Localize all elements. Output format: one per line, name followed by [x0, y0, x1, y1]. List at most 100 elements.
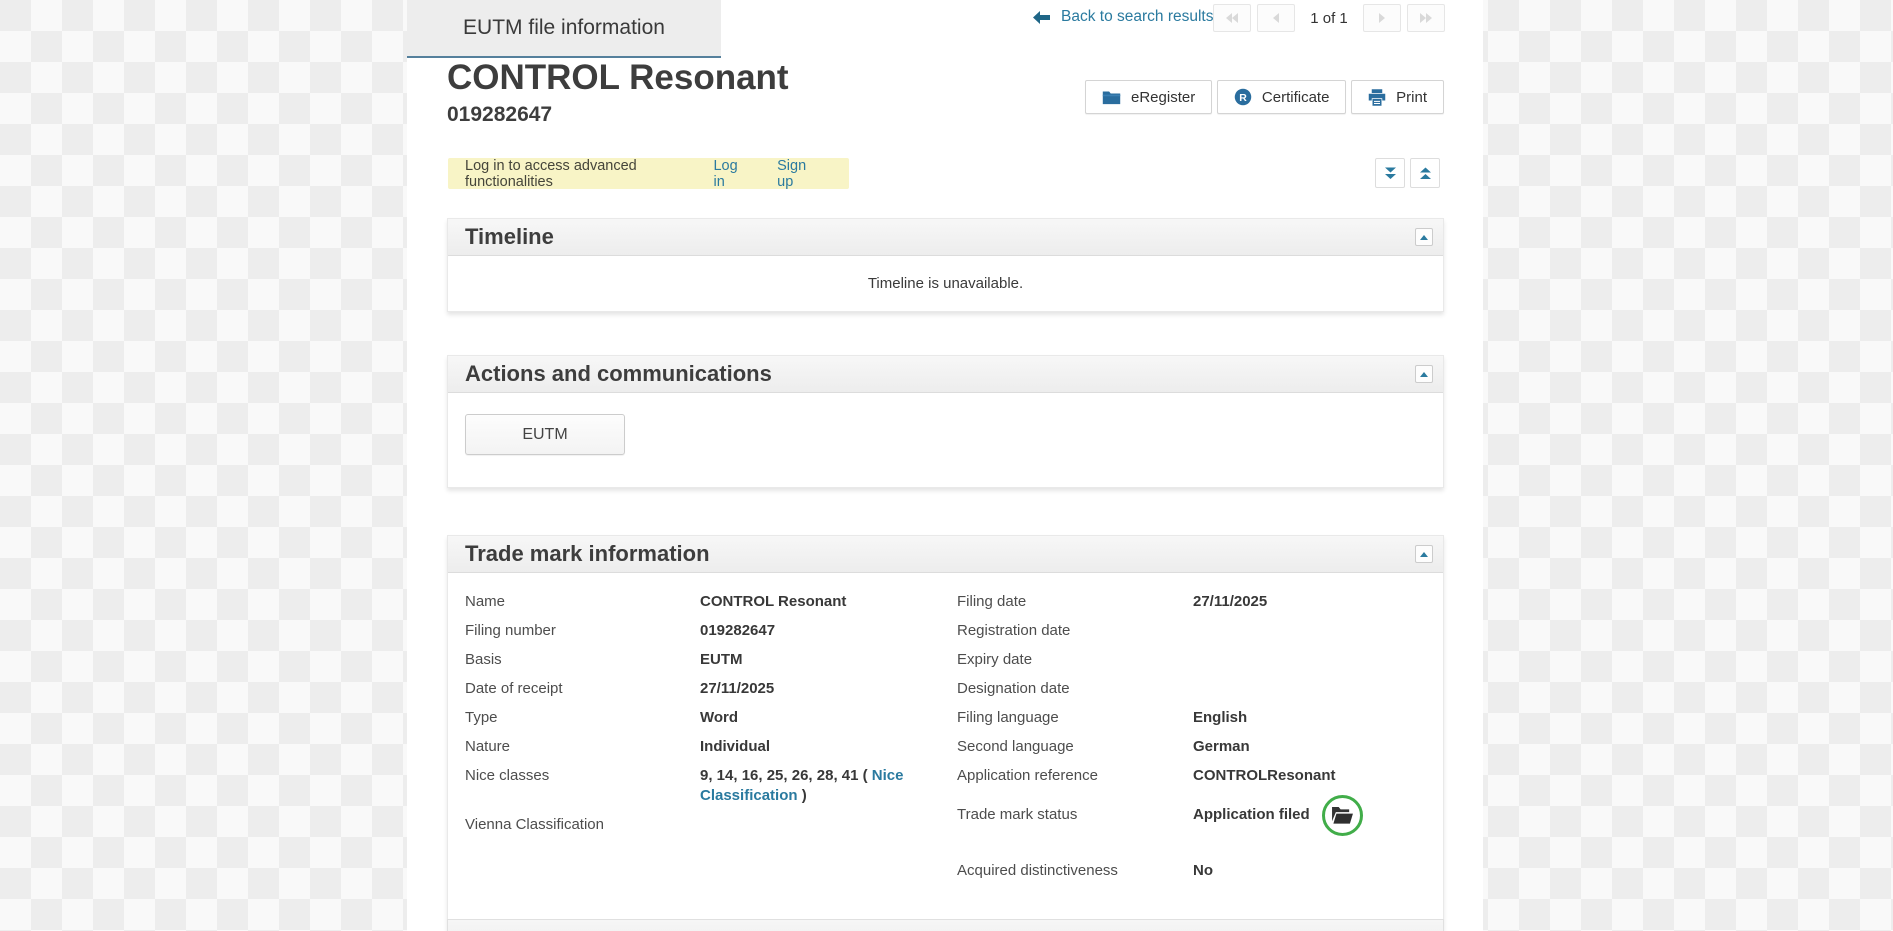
login-prompt-message: Log in to access advanced functionalitie…: [465, 158, 689, 190]
detail-row-nice-classes: Nice classes 9, 14, 16, 25, 26, 28, 41 (…: [465, 761, 957, 810]
detail-label: Trade mark status: [957, 805, 1193, 825]
timeline-collapse-button[interactable]: [1415, 228, 1433, 246]
last-result-button[interactable]: [1407, 4, 1445, 32]
detail-row-second-language: Second language German: [957, 732, 1437, 761]
expand-all-button[interactable]: [1410, 158, 1440, 188]
chevron-up-icon: [1420, 552, 1428, 557]
trademark-details-right-column: Filing date 27/11/2025 Registration date…: [957, 587, 1437, 885]
page-indicator: 1 of 1: [1308, 10, 1350, 27]
detail-row-date-of-receipt: Date of receipt 27/11/2025: [465, 674, 957, 703]
detail-label: Second language: [957, 737, 1193, 757]
nice-classes-suffix: ): [798, 787, 807, 804]
detail-value: CONTROLResonant: [1193, 766, 1336, 786]
timeline-section-title: Timeline: [465, 224, 1415, 250]
detail-label: Filing language: [957, 708, 1193, 728]
detail-value: Word: [700, 708, 738, 728]
detail-row-registration-date: Registration date: [957, 616, 1437, 645]
detail-row-filing-language: Filing language English: [957, 703, 1437, 732]
actions-communications-section: Actions and communications EUTM: [447, 355, 1444, 488]
print-button-label: Print: [1396, 89, 1427, 106]
chevron-left-icon: [1272, 13, 1280, 23]
sign-up-link[interactable]: Sign up: [777, 158, 819, 190]
trademark-collapse-button[interactable]: [1415, 545, 1433, 563]
detail-row-trademark-status: Trade mark status Application filed: [957, 790, 1437, 840]
detail-label: Acquired distinctiveness: [957, 861, 1193, 881]
chevron-up-icon: [1420, 235, 1428, 240]
previous-result-button[interactable]: [1257, 4, 1295, 32]
actions-section-title: Actions and communications: [465, 361, 1415, 387]
timeline-body: Timeline is unavailable.: [448, 256, 1443, 311]
detail-row-acquired-distinctiveness: Acquired distinctiveness No: [957, 856, 1437, 885]
detail-row-type: Type Word: [465, 703, 957, 732]
detail-value: 27/11/2025: [700, 679, 774, 699]
back-to-search-results-link[interactable]: Back to search results: [1033, 8, 1213, 26]
detail-value: EUTM: [700, 650, 743, 670]
tab-eutm-file-information[interactable]: EUTM file information: [407, 0, 721, 58]
login-prompt-bar: Log in to access advanced functionalitie…: [448, 158, 849, 189]
trademark-details: Name CONTROL Resonant Filing number 0192…: [448, 573, 1443, 931]
double-chevron-down-icon: [1383, 166, 1398, 181]
detail-label: Application reference: [957, 766, 1193, 786]
first-result-button[interactable]: [1213, 4, 1251, 32]
detail-label: Type: [465, 708, 700, 728]
nice-classes-numbers: 9, 14, 16, 25, 26, 28, 41 (: [700, 767, 872, 784]
svg-text:R: R: [1239, 92, 1247, 104]
timeline-unavailable-message: Timeline is unavailable.: [868, 275, 1023, 292]
collapse-expand-all-group: [1375, 158, 1440, 188]
trademark-section-title: Trade mark information: [465, 541, 1415, 567]
eregister-button[interactable]: eRegister: [1085, 80, 1212, 114]
detail-label: Filing number: [465, 621, 700, 641]
next-section-header-partial: [447, 919, 1444, 931]
chevron-up-icon: [1420, 372, 1428, 377]
eutm-file-card: EUTM file information Back to search res…: [407, 0, 1483, 931]
detail-row-designation-date: Designation date: [957, 674, 1437, 703]
detail-label: Filing date: [957, 592, 1193, 612]
actions-body: EUTM: [448, 393, 1443, 487]
detail-row-basis: Basis EUTM: [465, 645, 957, 674]
detail-value: 019282647: [700, 621, 775, 641]
log-in-link[interactable]: Log in: [713, 158, 747, 190]
detail-row-nature: Nature Individual: [465, 732, 957, 761]
printer-icon: [1368, 89, 1386, 106]
trademark-information-section: Trade mark information Name CONTROL Reso…: [447, 535, 1444, 931]
next-result-button[interactable]: [1363, 4, 1401, 32]
detail-value: German: [1193, 737, 1250, 757]
trademark-details-left-column: Name CONTROL Resonant Filing number 0192…: [465, 587, 957, 885]
detail-label: Registration date: [957, 621, 1193, 641]
double-chevron-up-icon: [1418, 166, 1433, 181]
status-badge: Application filed: [1193, 805, 1310, 825]
detail-label: Basis: [465, 650, 700, 670]
detail-label: Expiry date: [957, 650, 1193, 670]
detail-row-filing-date: Filing date 27/11/2025: [957, 587, 1437, 616]
chevron-right-icon: [1378, 13, 1386, 23]
back-arrow-icon: [1033, 11, 1050, 24]
timeline-section: Timeline Timeline is unavailable.: [447, 218, 1444, 312]
trademark-heading: CONTROL Resonant 019282647: [447, 58, 789, 127]
certificate-button[interactable]: R Certificate: [1217, 80, 1347, 114]
actions-collapse-button[interactable]: [1415, 365, 1433, 383]
detail-label: Designation date: [957, 679, 1193, 699]
collapse-all-button[interactable]: [1375, 158, 1405, 188]
eutm-tab-label: EUTM: [522, 426, 567, 444]
nice-classes-value: 9, 14, 16, 25, 26, 28, 41 ( Nice Classif…: [700, 766, 920, 806]
detail-value: CONTROL Resonant: [700, 592, 846, 612]
print-button[interactable]: Print: [1351, 80, 1444, 114]
detail-row-vienna-classification: Vienna Classification: [465, 810, 957, 839]
detail-value: Individual: [700, 737, 770, 757]
eutm-tab-button[interactable]: EUTM: [465, 414, 625, 455]
detail-row-name: Name CONTROL Resonant: [465, 587, 957, 616]
detail-label: Nice classes: [465, 766, 700, 786]
eregister-button-label: eRegister: [1131, 89, 1195, 106]
page-title: CONTROL Resonant: [447, 58, 789, 98]
application-filed-status-icon: [1322, 795, 1363, 836]
result-pagination: 1 of 1: [1213, 4, 1445, 32]
trademark-section-header: Trade mark information: [448, 536, 1443, 573]
detail-label: Name: [465, 592, 700, 612]
detail-row-expiry-date: Expiry date: [957, 645, 1437, 674]
detail-value: No: [1193, 861, 1213, 881]
timeline-section-header: Timeline: [448, 219, 1443, 256]
certificate-button-label: Certificate: [1262, 89, 1330, 106]
detail-label: Date of receipt: [465, 679, 700, 699]
actions-section-header: Actions and communications: [448, 356, 1443, 393]
detail-row-application-reference: Application reference CONTROLResonant: [957, 761, 1437, 790]
